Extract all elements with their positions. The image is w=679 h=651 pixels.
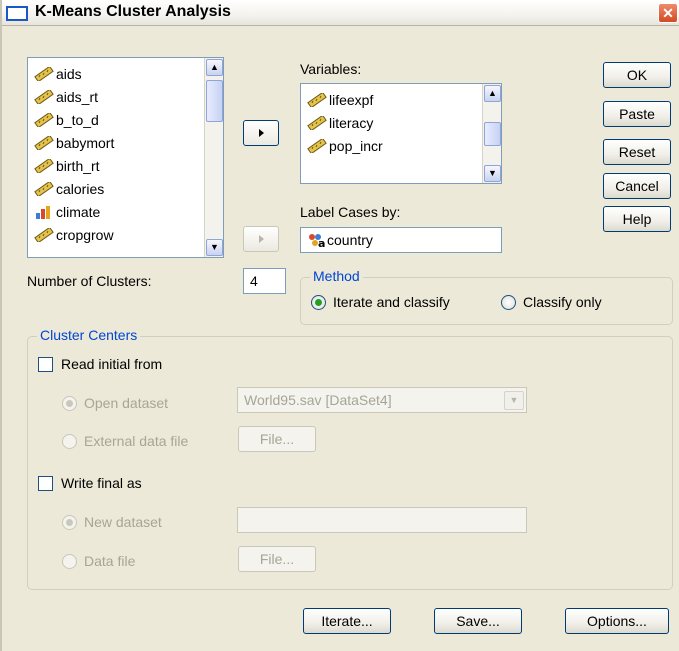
- open-dataset-label: Open dataset: [84, 395, 169, 411]
- list-item[interactable]: b_to_d: [34, 109, 99, 131]
- nominal-string-variable-icon: a: [309, 234, 325, 250]
- data-file-label: Data file: [84, 553, 136, 569]
- write-final-checkbox[interactable]: [38, 476, 53, 491]
- cancel-button[interactable]: Cancel: [603, 173, 671, 199]
- number-of-clusters-field[interactable]: 4: [243, 268, 286, 294]
- ok-button[interactable]: OK: [603, 62, 671, 88]
- close-button[interactable]: ✕: [658, 3, 678, 23]
- list-item[interactable]: cropgrow: [34, 224, 114, 246]
- iterate-classify-label: Iterate and classify: [333, 294, 450, 310]
- title-bar: K-Means Cluster Analysis ✕: [2, 0, 679, 26]
- list-item[interactable]: babymort: [34, 132, 114, 154]
- options-button[interactable]: Options...: [565, 608, 669, 634]
- arrow-right-icon: [259, 129, 264, 137]
- variables-label: Variables:: [300, 61, 362, 77]
- scroll-down-icon[interactable]: ▼: [206, 239, 223, 256]
- list-item[interactable]: pop_incr: [307, 135, 383, 157]
- cluster-centers-group: Cluster Centers: [27, 327, 673, 590]
- list-item[interactable]: calories: [34, 178, 104, 200]
- scale-variable-icon: [34, 113, 54, 127]
- data-file-radio[interactable]: [62, 554, 77, 569]
- external-file-radio[interactable]: [62, 434, 77, 449]
- write-final-label: Write final as: [61, 475, 142, 491]
- ordinal-variable-icon: [36, 206, 50, 219]
- read-file-button[interactable]: File...: [238, 426, 316, 452]
- classify-only-radio[interactable]: [501, 295, 516, 310]
- cluster-centers-title: Cluster Centers: [37, 327, 141, 343]
- scale-variable-icon: [34, 67, 54, 81]
- source-list-scrollbar[interactable]: ▲ ▼: [204, 58, 223, 257]
- number-of-clusters-label: Number of Clusters:: [27, 273, 152, 289]
- scale-variable-icon: [34, 159, 54, 173]
- variables-list[interactable]: lifeexpf literacy pop_incr ▲ ▼: [300, 83, 502, 184]
- reset-button[interactable]: Reset: [603, 139, 671, 165]
- source-variable-list[interactable]: aids aids_rt b_to_d babymort birth_rt ca…: [27, 57, 224, 258]
- window-icon: [6, 6, 28, 21]
- chevron-down-icon[interactable]: ▼: [504, 391, 524, 410]
- read-initial-checkbox[interactable]: [38, 357, 53, 372]
- external-file-label: External data file: [84, 433, 189, 449]
- save-button[interactable]: Save...: [434, 608, 522, 634]
- list-item[interactable]: climate: [34, 201, 100, 223]
- iterate-button[interactable]: Iterate...: [303, 608, 391, 634]
- scroll-thumb[interactable]: [206, 80, 223, 122]
- dataset-select[interactable]: World95.sav [DataSet4]: [237, 387, 527, 413]
- paste-button[interactable]: Paste: [603, 101, 671, 127]
- scroll-thumb[interactable]: [484, 122, 501, 146]
- scale-variable-icon: [307, 116, 327, 130]
- classify-only-label: Classify only: [523, 294, 602, 310]
- scroll-up-icon[interactable]: ▲: [484, 85, 501, 102]
- read-initial-label: Read initial from: [61, 356, 163, 372]
- scale-variable-icon: [34, 228, 54, 242]
- iterate-classify-radio[interactable]: [311, 295, 326, 310]
- window-title: K-Means Cluster Analysis: [35, 3, 231, 20]
- new-dataset-field[interactable]: [237, 507, 527, 533]
- move-to-variables-button[interactable]: [243, 120, 279, 146]
- write-file-button[interactable]: File...: [238, 546, 316, 572]
- variables-list-scrollbar[interactable]: ▲ ▼: [482, 84, 501, 183]
- kmeans-dialog: K-Means Cluster Analysis ✕ aids aids_rt …: [0, 0, 679, 651]
- list-item[interactable]: lifeexpf: [307, 89, 373, 111]
- method-group-title: Method: [310, 268, 363, 284]
- label-cases-label: Label Cases by:: [300, 204, 401, 220]
- list-item[interactable]: literacy: [307, 112, 373, 134]
- scale-variable-icon: [307, 93, 327, 107]
- new-dataset-radio[interactable]: [62, 515, 77, 530]
- list-item[interactable]: aids: [34, 63, 82, 85]
- open-dataset-radio[interactable]: [62, 396, 77, 411]
- list-item[interactable]: aids_rt: [34, 86, 98, 108]
- scale-variable-icon: [34, 90, 54, 104]
- help-button[interactable]: Help: [603, 206, 671, 232]
- scale-variable-icon: [307, 139, 327, 153]
- arrow-right-icon: [259, 235, 264, 243]
- scale-variable-icon: [34, 182, 54, 196]
- svg-text:a: a: [318, 237, 325, 248]
- label-cases-field[interactable]: a country: [300, 227, 502, 253]
- new-dataset-label: New dataset: [84, 514, 162, 530]
- scroll-up-icon[interactable]: ▲: [206, 59, 223, 76]
- list-item[interactable]: birth_rt: [34, 155, 100, 177]
- scale-variable-icon: [34, 136, 54, 150]
- scroll-down-icon[interactable]: ▼: [484, 165, 501, 182]
- move-to-label-cases-button[interactable]: [243, 226, 279, 252]
